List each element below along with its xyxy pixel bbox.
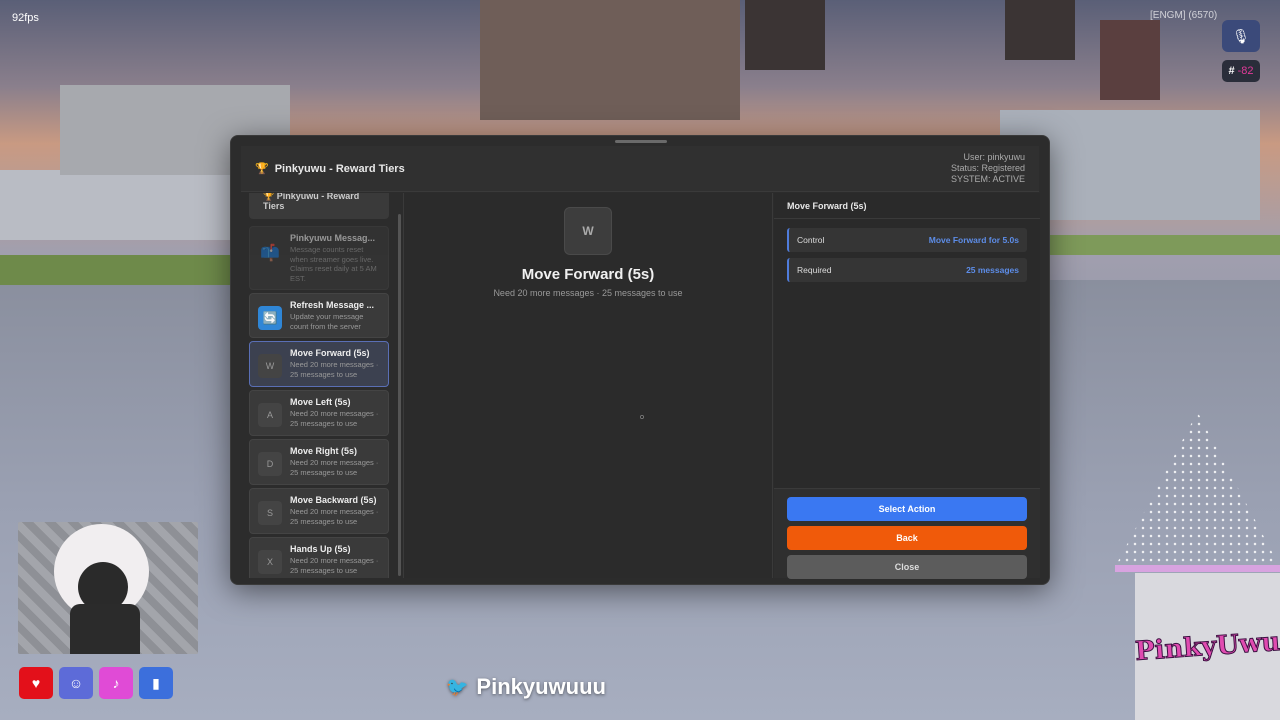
sidebar-item-title: Move Forward (5s) xyxy=(290,348,370,358)
panel-header: 🏆 Pinkyuwu - Reward Tiers User: pinkyuwu… xyxy=(241,146,1039,192)
sidebar-header-text: Pinkyuwu - Reward Tiers xyxy=(263,193,360,211)
sidebar-item-refresh[interactable]: 🔄 Refresh Message ... Update your messag… xyxy=(249,293,389,338)
back-button[interactable]: Back xyxy=(787,526,1027,550)
refresh-icon: 🔄 xyxy=(258,306,282,330)
hash-icon: # xyxy=(1228,65,1235,77)
reward-tiers-panel: 🏆 Pinkyuwu - Reward Tiers User: pinkyuwu… xyxy=(230,135,1050,585)
drag-handle[interactable] xyxy=(615,140,667,143)
key-x-icon: X xyxy=(258,550,282,574)
button-area: Select Action Back Close xyxy=(774,488,1040,579)
logo-text: PinkyUwu xyxy=(1133,626,1280,667)
sidebar-item-desc: Need 20 more messages · 25 messages to u… xyxy=(290,360,379,379)
score-bar xyxy=(1115,565,1280,572)
key-w-icon: W xyxy=(258,354,282,378)
tower xyxy=(745,0,825,70)
sidebar-item-title: Move Left (5s) xyxy=(290,397,351,407)
heart-icon: ♥ xyxy=(19,667,53,699)
sidebar-item-title: Pinkyuwu Messag... xyxy=(290,233,376,243)
streamer-logo: PinkyUwu xyxy=(1133,573,1280,720)
sidebar-item-hands-up[interactable]: X Hands Up (5s) Need 20 more messages · … xyxy=(249,537,389,578)
sidebar-item-desc: Need 20 more messages · 25 messages to u… xyxy=(290,409,379,428)
wall xyxy=(0,170,230,240)
twitter-handle-text: Pinkyuwuuu xyxy=(476,674,606,699)
tiktok-icon: ♪ xyxy=(99,667,133,699)
sidebar-scrollbar[interactable] xyxy=(398,214,401,576)
key-s-icon: S xyxy=(258,501,282,525)
sidebar-item-desc: Need 20 more messages · 25 messages to u… xyxy=(290,507,379,526)
fps-counter: 92fps xyxy=(12,12,39,24)
sidebar-item-move-left[interactable]: A Move Left (5s) Need 20 more messages ·… xyxy=(249,390,389,436)
player-id-badge: # -82 xyxy=(1222,60,1260,82)
lawn xyxy=(0,255,240,285)
sidebar-item-desc: Message counts reset when streamer goes … xyxy=(290,245,377,283)
info-title: Move Forward (5s) xyxy=(774,193,1040,219)
minigame-scoreboard xyxy=(1040,358,1270,408)
system-line: SYSTEM: ACTIVE xyxy=(950,174,1025,184)
key-a-icon: A xyxy=(258,403,282,427)
tower xyxy=(1100,20,1160,100)
panel-title-text: Pinkyuwu - Reward Tiers xyxy=(274,162,405,175)
status-line: Status: Registered xyxy=(950,163,1025,173)
mic-muted-icon[interactable]: 🎙 xyxy=(1222,20,1260,52)
info-row-required: Required 25 messages xyxy=(787,258,1027,282)
discord-icon: ☺ xyxy=(59,667,93,699)
info-label: Required xyxy=(797,265,832,275)
user-line: User: pinkyuwu xyxy=(963,152,1025,162)
mailbox-icon: 📫 xyxy=(260,245,280,262)
sidebar-item-desc: Need 20 more messages · 25 messages to u… xyxy=(290,556,379,575)
key-d-icon: D xyxy=(258,452,282,476)
info-label: Control xyxy=(797,235,825,245)
info-value: 25 messages xyxy=(966,265,1019,275)
twitter-icon: 🐦 xyxy=(446,676,469,697)
hud-top-text: [ENGM] (6570) xyxy=(1150,10,1218,21)
select-action-button[interactable]: Select Action xyxy=(787,497,1027,521)
sidebar: 🏆 Pinkyuwu - Reward Tiers 📫 Pinkyuwu Mes… xyxy=(241,193,401,578)
sidebar-item-move-backward[interactable]: S Move Backward (5s) Need 20 more messag… xyxy=(249,488,389,534)
building xyxy=(480,0,740,120)
detail-pane: W Move Forward (5s) Need 20 more message… xyxy=(403,193,773,578)
avatar-body xyxy=(70,604,140,654)
detail-title: Move Forward (5s) xyxy=(521,266,655,283)
sidebar-item-title: Move Backward (5s) xyxy=(290,495,377,505)
close-button[interactable]: Close xyxy=(787,555,1027,579)
cursor-dot xyxy=(640,415,644,419)
detail-subtitle: Need 20 more messages · 25 messages to u… xyxy=(493,288,683,298)
key-w-icon: W xyxy=(564,207,612,255)
info-pane: Move Forward (5s) Control Move Forward f… xyxy=(774,193,1040,579)
info-row-control: Control Move Forward for 5.0s xyxy=(787,228,1027,252)
sidebar-item-desc: Need 20 more messages · 25 messages to u… xyxy=(290,458,379,477)
webcam-avatar xyxy=(18,522,198,654)
sidebar-item-title: Refresh Message ... xyxy=(290,300,375,310)
twitter-handle: 🐦 Pinkyuwuuu xyxy=(446,674,606,700)
sidebar-item-info[interactable]: 📫 Pinkyuwu Messag... Message counts rese… xyxy=(249,226,389,290)
battery-icon: ▮ xyxy=(139,667,173,699)
lawn xyxy=(1040,235,1280,255)
sidebar-item-desc: Update your message count from the serve… xyxy=(290,312,364,331)
sidebar-item-title: Hands Up (5s) xyxy=(290,544,351,554)
info-value: Move Forward for 5.0s xyxy=(928,235,1019,245)
panel-title: 🏆 Pinkyuwu - Reward Tiers xyxy=(255,162,405,176)
user-info: User: pinkyuwu Status: Registered SYSTEM… xyxy=(951,152,1025,185)
sidebar-header: 🏆 Pinkyuwu - Reward Tiers xyxy=(249,193,389,219)
player-id-number: -82 xyxy=(1237,65,1254,77)
tower xyxy=(1005,0,1075,60)
sidebar-item-move-forward[interactable]: W Move Forward (5s) Need 20 more message… xyxy=(249,341,389,387)
trophy-icon: 🏆 xyxy=(255,163,269,175)
sidebar-item-move-right[interactable]: D Move Right (5s) Need 20 more messages … xyxy=(249,439,389,485)
sidebar-item-title: Move Right (5s) xyxy=(290,446,358,456)
